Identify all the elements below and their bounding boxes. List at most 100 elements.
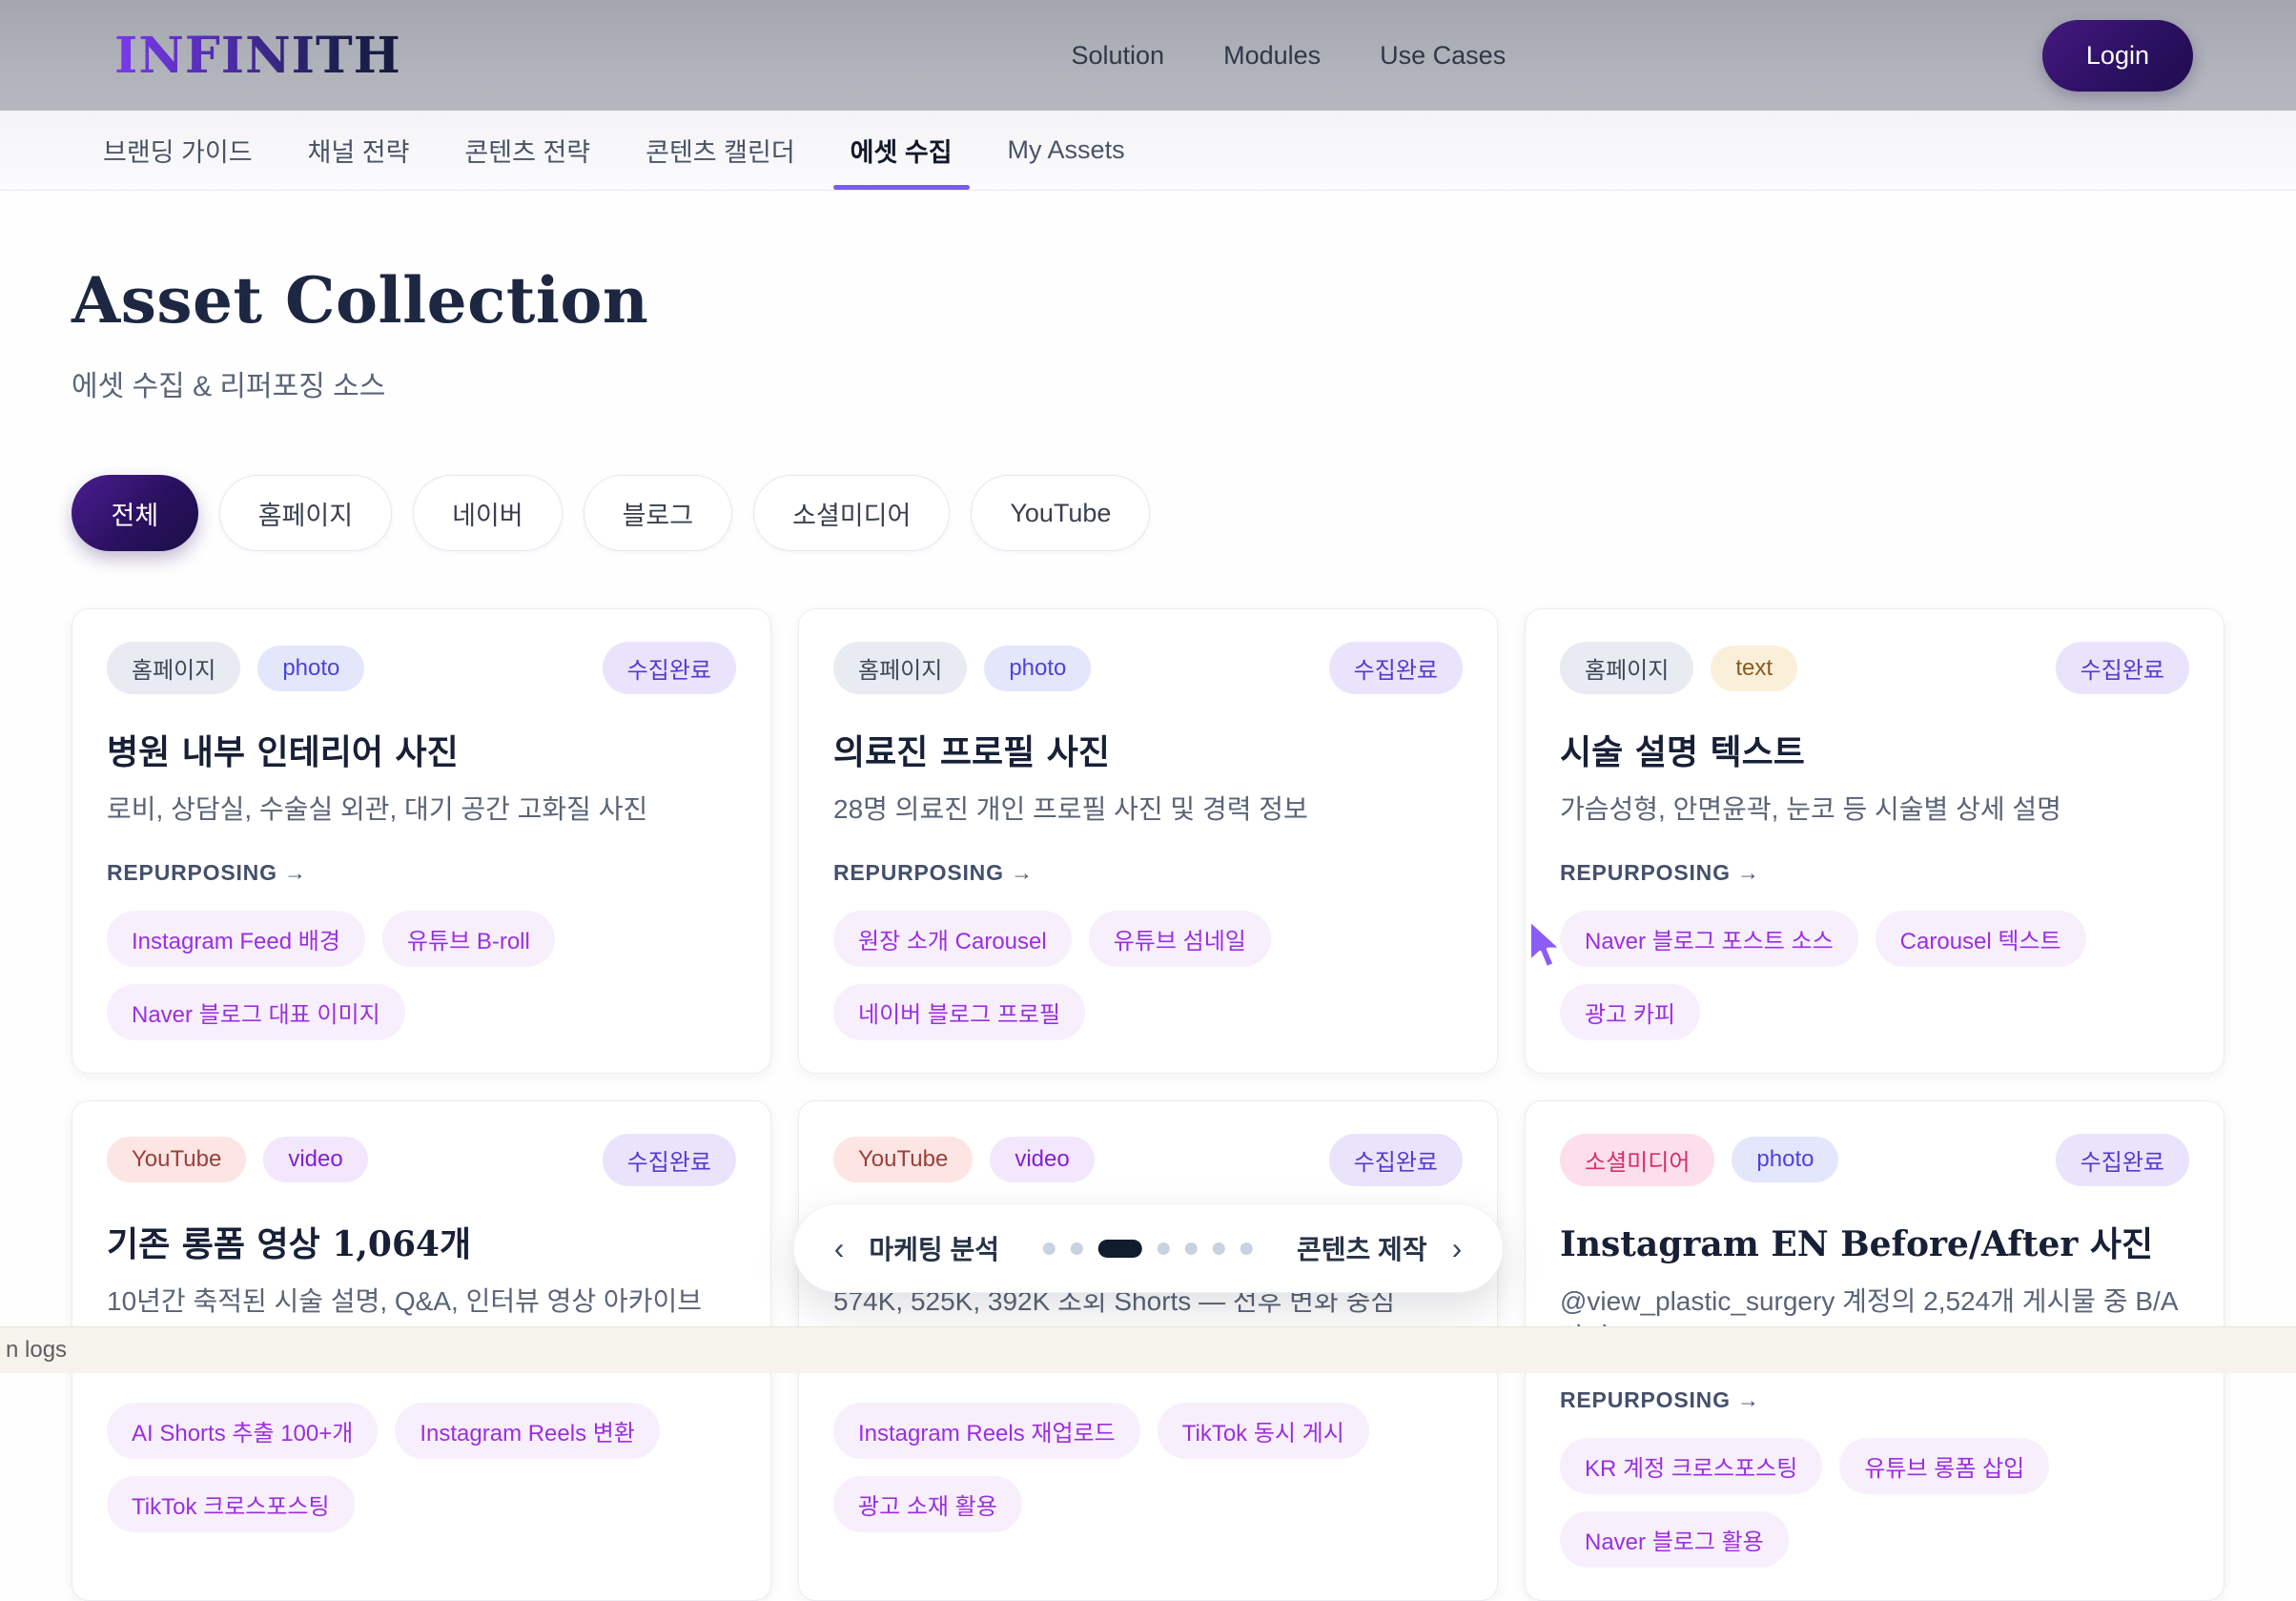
badge-row: 홈페이지 photo 수집완료 [107, 642, 736, 694]
badge-row: 홈페이지 photo 수집완료 [833, 642, 1463, 694]
repurposing-link[interactable]: REPURPOSING → [1560, 1387, 2189, 1413]
filter-all[interactable]: 전체 [72, 475, 198, 551]
asset-card[interactable]: 홈페이지 text 수집완료 시술 설명 텍스트 가슴성형, 안면윤곽, 눈코 … [1525, 608, 2224, 1074]
nav-solution[interactable]: Solution [1072, 41, 1165, 71]
tab-bar: 브랜딩 가이드 채널 전략 콘텐츠 전략 콘텐츠 캘린더 에셋 수집 My As… [0, 111, 2296, 191]
asset-card[interactable]: 홈페이지 photo 수집완료 병원 내부 인테리어 사진 로비, 상담실, 수… [72, 608, 771, 1074]
asset-card[interactable]: 홈페이지 photo 수집완료 의료진 프로필 사진 28명 의료진 개인 프로… [798, 608, 1498, 1074]
chevron-left-icon[interactable]: ‹ [834, 1233, 845, 1263]
status-badge: 수집완료 [1329, 642, 1463, 694]
status-badge: 수집완료 [1329, 1134, 1463, 1186]
tab-channel-strategy[interactable]: 채널 전략 [308, 111, 410, 190]
carousel-dot-active[interactable] [1098, 1240, 1142, 1258]
section-pager: ‹ 마케팅 분석 콘텐츠 제작 › [793, 1203, 1504, 1293]
repurposing-tag: 광고 카피 [1560, 984, 1700, 1040]
status-badge: 수집완료 [2056, 642, 2189, 694]
badge-row: YouTube video 수집완료 [107, 1134, 736, 1186]
card-description: 가슴성형, 안면윤곽, 눈코 등 시술별 상세 설명 [1560, 791, 2189, 828]
tab-asset-collection[interactable]: 에셋 수집 [851, 111, 953, 190]
filter-social[interactable]: 소셜미디어 [753, 475, 950, 551]
repurposing-tag: 유튜브 B-roll [382, 911, 555, 967]
category-badge: YouTube [833, 1137, 973, 1182]
repurposing-tag: 네이버 블로그 프로필 [833, 984, 1085, 1040]
top-header: INFINITH Solution Modules Use Cases Logi… [0, 0, 2296, 111]
card-title: 의료진 프로필 사진 [833, 725, 1463, 774]
tag-list: AI Shorts 추출 100+개 Instagram Reels 변환 Ti… [107, 1403, 736, 1532]
category-badge: 홈페이지 [1560, 642, 1693, 694]
repurposing-tag: 유튜브 섬네일 [1089, 911, 1271, 967]
logo[interactable]: INFINITH [114, 27, 401, 85]
filter-naver[interactable]: 네이버 [413, 475, 563, 551]
nav-use-cases[interactable]: Use Cases [1380, 41, 1506, 71]
filter-blog[interactable]: 블로그 [584, 475, 733, 551]
card-title: 병원 내부 인테리어 사진 [107, 725, 736, 774]
status-badge: 수집완료 [603, 642, 736, 694]
chevron-right-icon[interactable]: › [1452, 1233, 1463, 1263]
card-title: 기존 롱폼 영상 1,064개 [107, 1217, 736, 1266]
tag-list: 원장 소개 Carousel 유튜브 섬네일 네이버 블로그 프로필 [833, 911, 1463, 1040]
repurposing-tag: KR 계정 크로스포스팅 [1560, 1438, 1822, 1494]
carousel-dots [1043, 1240, 1253, 1258]
repurposing-link[interactable]: REPURPOSING → [1560, 860, 2189, 886]
card-title: Instagram EN Before/After 사진 [1560, 1217, 2189, 1266]
repurposing-tag: Naver 블로그 대표 이미지 [107, 984, 405, 1040]
status-badge: 수집완료 [603, 1134, 736, 1186]
category-badge: 홈페이지 [107, 642, 240, 694]
repurposing-link[interactable]: REPURPOSING → [833, 860, 1463, 886]
card-description: 10년간 축적된 시술 설명, Q&A, 인터뷰 영상 아카이브 [107, 1283, 736, 1320]
tab-branding-guide[interactable]: 브랜딩 가이드 [103, 111, 253, 190]
carousel-dot[interactable] [1185, 1242, 1198, 1255]
repurposing-tag: TikTok 동시 게시 [1158, 1403, 1369, 1459]
page-title: Asset Collection [72, 263, 2224, 338]
repurposing-tag: 원장 소개 Carousel [833, 911, 1072, 967]
footer-log-bar: n logs [0, 1326, 2296, 1373]
repurposing-tag: AI Shorts 추출 100+개 [107, 1403, 378, 1459]
repurposing-link[interactable]: REPURPOSING → [107, 860, 736, 886]
footer-log-text: n logs [6, 1337, 67, 1364]
badge-row: 소셜미디어 photo 수집완료 [1560, 1134, 2189, 1186]
type-badge: video [990, 1137, 1094, 1182]
pager-prev-label[interactable]: 마케팅 분석 [869, 1229, 999, 1267]
status-badge: 수집완료 [2056, 1134, 2189, 1186]
filter-bar: 전체 홈페이지 네이버 블로그 소셜미디어 YouTube [72, 475, 2224, 551]
category-badge: 소셜미디어 [1560, 1134, 1714, 1186]
repurposing-tag: Instagram Feed 배경 [107, 911, 365, 967]
card-title: 시술 설명 텍스트 [1560, 725, 2189, 774]
repurposing-tag: Instagram Reels 재업로드 [833, 1403, 1140, 1459]
top-nav: Solution Modules Use Cases [1072, 41, 1507, 71]
carousel-dot[interactable] [1213, 1242, 1225, 1255]
type-badge: photo [257, 646, 364, 691]
repurposing-tag: 광고 소재 활용 [833, 1476, 1022, 1532]
tag-list: Instagram Reels 재업로드 TikTok 동시 게시 광고 소재 … [833, 1403, 1463, 1532]
asset-card-grid: 홈페이지 photo 수집완료 병원 내부 인테리어 사진 로비, 상담실, 수… [72, 608, 2224, 1601]
repurposing-tag: 유튜브 롱폼 삽입 [1839, 1438, 2049, 1494]
main-content: Asset Collection 에셋 수집 & 리퍼포징 소스 전체 홈페이지… [0, 263, 2296, 1601]
repurposing-tag: Carousel 텍스트 [1876, 911, 2086, 967]
filter-homepage[interactable]: 홈페이지 [219, 475, 392, 551]
type-badge: photo [984, 646, 1091, 691]
card-description: 28명 의료진 개인 프로필 사진 및 경력 정보 [833, 791, 1463, 828]
carousel-dot[interactable] [1240, 1242, 1253, 1255]
repurposing-tag: Instagram Reels 변환 [395, 1403, 660, 1459]
page-subtitle: 에셋 수집 & 리퍼포징 소스 [72, 362, 2224, 404]
tab-content-calendar[interactable]: 콘텐츠 캘린더 [646, 111, 795, 190]
badge-row: YouTube video 수집완료 [833, 1134, 1463, 1186]
type-badge: video [263, 1137, 367, 1182]
nav-modules[interactable]: Modules [1223, 41, 1321, 71]
badge-row: 홈페이지 text 수집완료 [1560, 642, 2189, 694]
carousel-dot[interactable] [1071, 1242, 1083, 1255]
pager-next-label[interactable]: 콘텐츠 제작 [1297, 1229, 1427, 1267]
repurposing-tag: Naver 블로그 활용 [1560, 1511, 1789, 1568]
tag-list: Instagram Feed 배경 유튜브 B-roll Naver 블로그 대… [107, 911, 736, 1040]
type-badge: text [1711, 646, 1797, 691]
tab-content-strategy[interactable]: 콘텐츠 전략 [464, 111, 590, 190]
type-badge: photo [1732, 1137, 1838, 1182]
repurposing-tag: TikTok 크로스포스팅 [107, 1476, 355, 1532]
login-button[interactable]: Login [2042, 20, 2193, 92]
carousel-dot[interactable] [1158, 1242, 1170, 1255]
tag-list: Naver 블로그 포스트 소스 Carousel 텍스트 광고 카피 [1560, 911, 2189, 1040]
category-badge: 홈페이지 [833, 642, 967, 694]
carousel-dot[interactable] [1043, 1242, 1056, 1255]
tab-my-assets[interactable]: My Assets [1008, 111, 1125, 190]
filter-youtube[interactable]: YouTube [971, 475, 1150, 551]
